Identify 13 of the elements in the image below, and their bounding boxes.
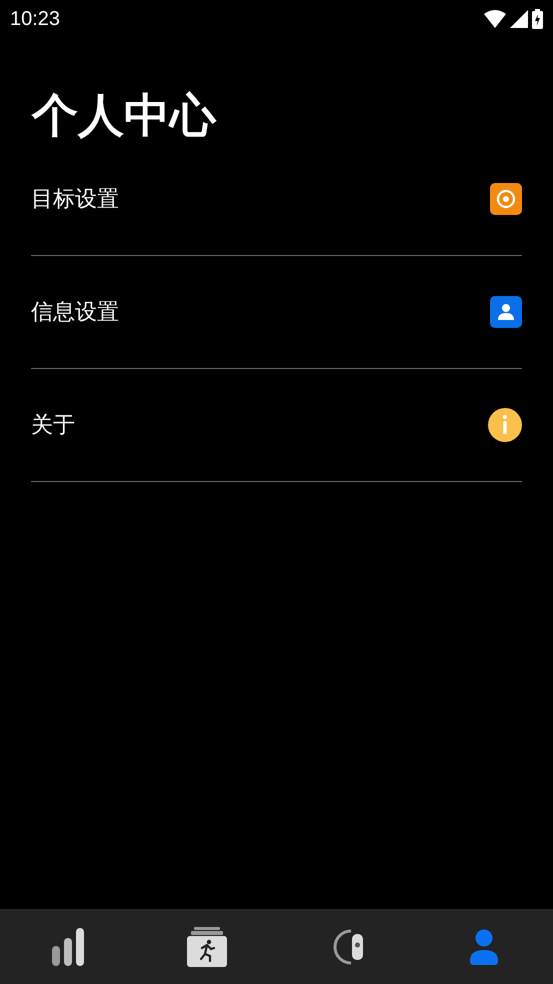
person-icon [470,928,498,964]
target-icon [490,183,522,216]
runner-card-icon [187,926,228,966]
battery-icon [532,9,543,29]
wifi-icon [484,10,506,28]
page-title: 个人中心 [32,88,218,144]
menu-item-label[interactable]: 关于 [31,408,75,442]
menu-item-label[interactable]: 信息设置 [31,296,119,329]
person-icon [490,296,522,328]
status-time: 10:23 [10,7,60,32]
signal-icon [510,10,528,28]
menu-item-label[interactable]: 目标设置 [31,182,119,216]
info-icon [488,408,522,442]
